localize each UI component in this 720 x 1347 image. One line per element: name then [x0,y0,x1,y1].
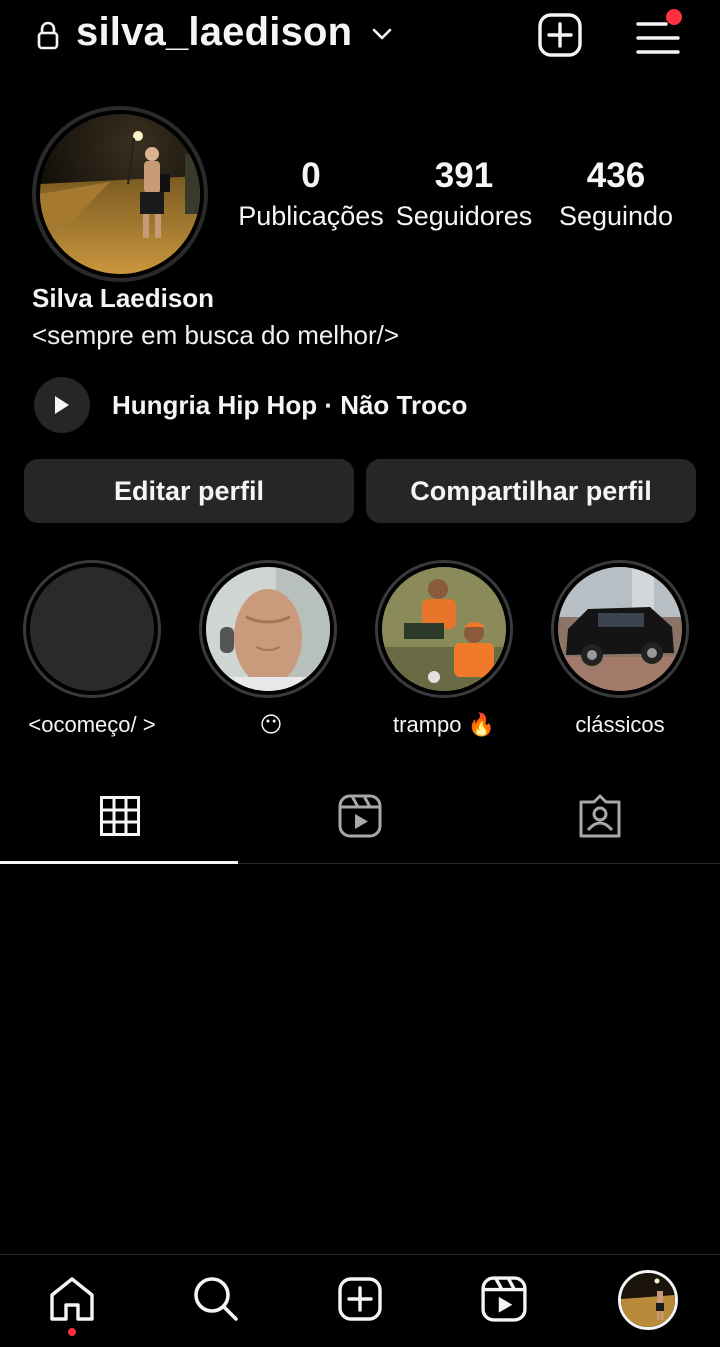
new-post-icon[interactable] [537,12,583,58]
posts-count-value: 0 [301,156,321,195]
grid-icon [100,796,140,836]
chevron-down-icon[interactable] [370,24,394,44]
fire-emoji: 🔥 [467,712,495,737]
highlight-item[interactable]: 😶 [198,560,338,738]
highlight-label: 😶 [198,712,338,738]
nav-search[interactable] [186,1269,246,1329]
sleep-face-emoji: 😶 [259,712,283,737]
username[interactable]: silva_laedison [76,10,352,55]
nav-create[interactable] [330,1269,390,1329]
tab-posts-grid[interactable] [0,768,240,864]
followers-count-label: Seguidores [395,201,533,231]
home-icon [50,1277,94,1321]
following-count-value: 436 [586,156,646,195]
lock-icon [37,21,59,50]
highlight-cover [382,567,506,691]
search-icon [194,1277,238,1321]
tab-tagged[interactable] [480,768,720,864]
top-bar: silva_laedison [0,0,720,72]
nav-home[interactable] [42,1269,102,1329]
tagged-icon [579,794,621,838]
highlight-label: trampo 🔥 [393,712,495,737]
posts-count-label: Publicações [238,201,384,231]
highlight-cover [558,567,682,691]
home-notification-dot [68,1328,76,1336]
profile-tabs [0,768,720,864]
followers-count[interactable]: 391 Seguidores [384,155,544,232]
highlight-ring [375,560,513,698]
music-title: Hungria Hip Hop · Não Troco [112,389,468,420]
notification-dot [666,9,682,25]
highlight-ring [551,560,689,698]
avatar[interactable] [40,114,200,274]
highlight-ring [199,560,337,698]
create-icon [338,1277,382,1321]
highlight-item[interactable]: <ocomeço/ > [22,560,162,738]
nav-profile-avatar[interactable] [618,1270,678,1330]
following-count[interactable]: 436 Seguindo [536,155,696,232]
highlight-label: <ocomeço/ > [28,712,156,737]
profile-music[interactable]: Hungria Hip Hop · Não Troco [34,377,467,433]
play-icon[interactable] [34,377,90,433]
highlight-label: clássicos [575,712,665,737]
profile-bio: <sempre em busca do melhor/> [32,320,400,350]
nav-reels[interactable] [474,1269,534,1329]
highlight-cover [30,567,154,691]
following-count-label: Seguindo [558,201,674,231]
tab-reels[interactable] [240,768,480,864]
bottom-navigation [0,1254,720,1347]
highlight-item[interactable]: trampo 🔥 [374,560,514,738]
posts-count[interactable]: 0 Publicações [231,155,391,232]
followers-count-value: 391 [434,156,494,195]
reels-icon [338,794,382,838]
profile-name: Silva Laedison [32,283,215,313]
highlight-item[interactable]: clássicos [550,560,690,738]
highlight-cover [206,567,330,691]
profile-avatar-icon [621,1273,675,1327]
reels-icon [481,1276,527,1322]
active-tab-indicator [0,861,238,864]
share-profile-button[interactable]: Compartilhar perfil [366,459,696,523]
highlight-ring [23,560,161,698]
edit-profile-button[interactable]: Editar perfil [24,459,354,523]
